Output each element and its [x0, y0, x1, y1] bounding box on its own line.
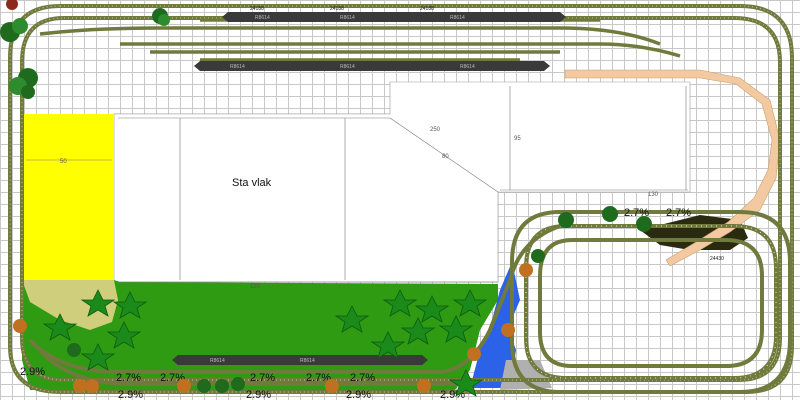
track-code-label: 24188 — [420, 6, 434, 12]
station-code-label: R8614 — [300, 358, 315, 364]
station-code-label: R8614 — [460, 64, 475, 70]
room-label: Sta vlak — [232, 177, 272, 189]
dim-label-4: 95 — [514, 136, 521, 142]
grade-label: 2.9% — [246, 389, 271, 400]
station-code-label: R8614 — [340, 64, 355, 70]
yellow-zone — [22, 114, 114, 280]
station-code-label: R8614 — [210, 358, 225, 364]
grade-label: 2.9% — [20, 366, 45, 378]
grade-label: 2.7% — [250, 372, 275, 384]
inner-loop[interactable] — [510, 210, 792, 394]
inner-sleepers — [525, 225, 777, 379]
platform-top — [222, 12, 566, 22]
grade-label: 2.9% — [118, 389, 143, 400]
grade-label: 2.7% — [116, 372, 141, 384]
station-code-label: R8614 — [450, 15, 465, 21]
platform-middle — [194, 61, 550, 71]
track-code-label: 24188 — [330, 6, 344, 12]
dim-label-5: 130 — [648, 192, 659, 198]
yard-tracks[interactable] — [39, 18, 681, 62]
grade-label: 2.7% — [666, 207, 691, 219]
track-code-label: 24430 — [710, 256, 724, 262]
dim-label-2: 50 — [60, 159, 67, 165]
station-code-label: R8614 — [255, 15, 270, 21]
room-outline — [113, 81, 691, 283]
dim-label-6: 120 — [250, 284, 261, 290]
station-code-label: R8614 — [340, 15, 355, 21]
station-code-label: R8614 — [230, 64, 245, 70]
track-plan[interactable]: 250 50 80 95 130 120 24188 24188 24188 R… — [0, 0, 800, 400]
track-code-label: 24188 — [250, 6, 264, 12]
grade-label: 2.9% — [346, 389, 371, 400]
dim-label-3: 80 — [442, 154, 449, 160]
grade-label: 2.7% — [350, 372, 375, 384]
layout-canvas[interactable]: 250 50 80 95 130 120 24188 24188 24188 R… — [0, 0, 800, 400]
dim-label-1: 250 — [430, 127, 441, 133]
